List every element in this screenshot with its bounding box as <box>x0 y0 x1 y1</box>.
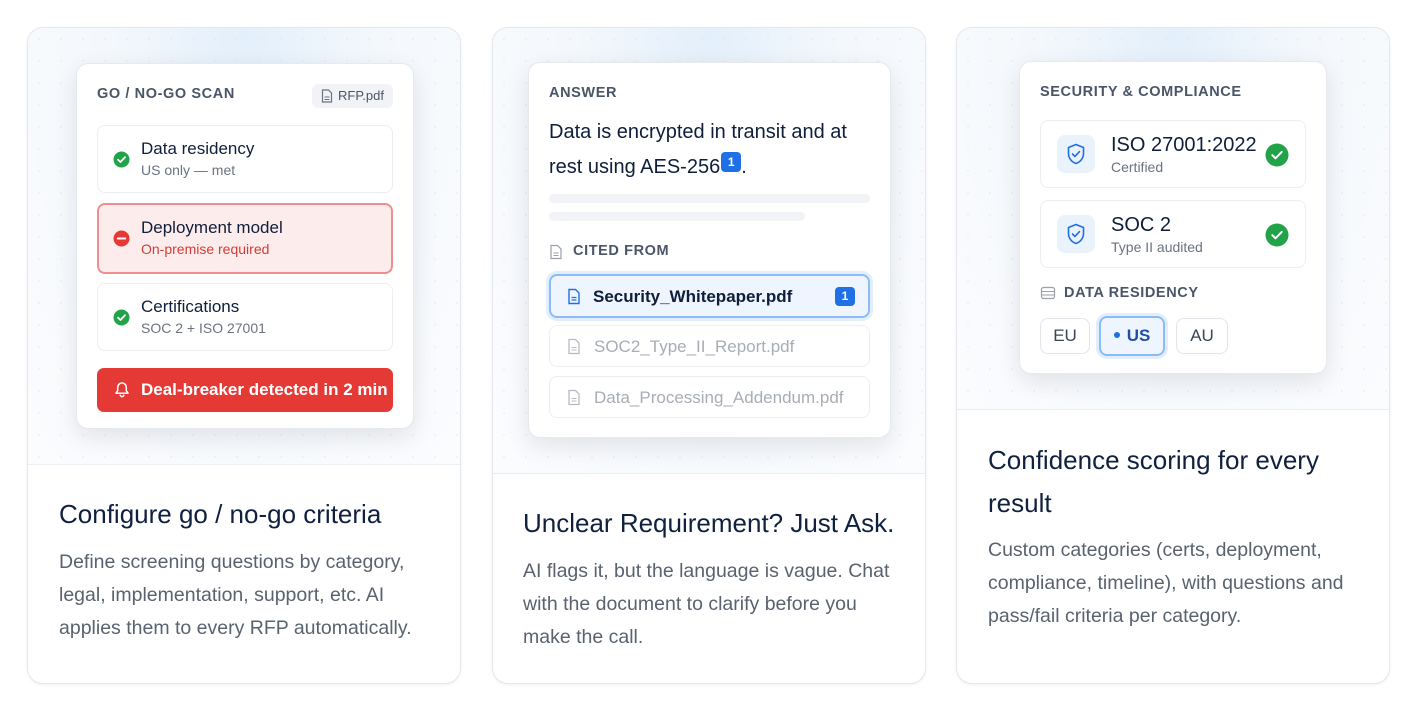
document-icon <box>568 389 580 406</box>
skeleton-line <box>549 194 870 203</box>
feature-card-just-ask: ANSWER Data is encrypted in transit and … <box>492 27 926 684</box>
alert-text: Deal-breaker detected in 2 min <box>141 380 388 399</box>
cited-file[interactable]: Data_Processing_Addendum.pdf <box>549 376 870 418</box>
card-visual: GO / NO-GO SCAN RFP.pdf Data residency U… <box>28 28 460 465</box>
security-compliance-panel: SECURITY & COMPLIANCE ISO 27001:2022 Cer… <box>1019 61 1327 374</box>
certification-row[interactable]: SOC 2 Type II audited <box>1040 200 1306 268</box>
card-title: Configure go / no-go criteria <box>59 499 382 529</box>
feature-card-go-no-go: GO / NO-GO SCAN RFP.pdf Data residency U… <box>27 27 461 684</box>
file-name: SOC2_Type_II_Report.pdf <box>594 337 795 356</box>
file-badge[interactable]: RFP.pdf <box>311 84 393 108</box>
answer-text: Data is encrypted in transit and at rest… <box>549 115 879 185</box>
region-label: US <box>1126 326 1151 345</box>
card-title: Unclear Requirement? Just Ask. <box>523 508 895 538</box>
document-icon <box>568 338 580 355</box>
go-no-go-scan-panel: GO / NO-GO SCAN RFP.pdf Data residency U… <box>76 63 414 429</box>
citation-badge: 1 <box>835 287 855 306</box>
cited-file[interactable]: SOC2_Type_II_Report.pdf <box>549 325 870 367</box>
shield-icon-box <box>1057 135 1095 173</box>
answer-panel: ANSWER Data is encrypted in transit and … <box>528 62 891 438</box>
citation-marker[interactable]: 1 <box>721 152 742 172</box>
selected-dot-icon <box>1113 332 1120 338</box>
cert-title: SOC 2 <box>1111 214 1172 236</box>
shield-icon-box <box>1057 215 1095 253</box>
cert-title: ISO 27001:2022 <box>1111 134 1257 156</box>
card-description: AI flags it, but the language is vague. … <box>523 560 890 648</box>
panel-caption: ANSWER <box>549 85 618 101</box>
criterion-subtitle: SOC 2 + ISO 27001 <box>141 320 266 336</box>
answer-end: . <box>741 156 747 178</box>
cited-from-caption: CITED FROM <box>573 243 670 259</box>
bell-icon <box>115 382 129 398</box>
card-title: Confidence scoring for every result <box>988 445 1319 518</box>
check-circle-icon <box>1265 223 1289 247</box>
cert-subtitle: Certified <box>1111 159 1164 175</box>
panel-caption: GO / NO-GO SCAN <box>97 86 235 102</box>
answer-line-1: Data is encrypted in transit and at <box>549 121 847 143</box>
criterion-subtitle: On-premise required <box>141 241 270 257</box>
check-circle-icon <box>113 151 130 168</box>
region-us-selected[interactable]: US <box>1099 316 1165 356</box>
region-eu[interactable]: EU <box>1040 318 1090 354</box>
region-au[interactable]: AU <box>1176 318 1228 354</box>
criterion-title: Deployment model <box>141 218 283 237</box>
file-name: Data_Processing_Addendum.pdf <box>594 388 844 407</box>
shield-check-icon <box>1067 143 1085 165</box>
cited-file-active[interactable]: Security_Whitepaper.pdf 1 <box>549 274 870 318</box>
document-icon <box>321 89 333 103</box>
deal-breaker-alert[interactable]: Deal-breaker detected in 2 min <box>97 368 393 412</box>
feature-card-confidence-scoring: SECURITY & COMPLIANCE ISO 27001:2022 Cer… <box>956 27 1390 684</box>
skeleton-line <box>549 212 805 221</box>
criterion-title: Data residency <box>141 139 255 158</box>
document-icon <box>550 244 562 260</box>
card-description: Custom categories (certs, deployment, co… <box>988 539 1344 627</box>
answer-line-2: rest using AES-256 <box>549 156 721 178</box>
database-icon <box>1040 286 1056 300</box>
card-visual: SECURITY & COMPLIANCE ISO 27001:2022 Cer… <box>957 28 1389 410</box>
card-visual: ANSWER Data is encrypted in transit and … <box>493 28 925 474</box>
shield-check-icon <box>1067 223 1085 245</box>
criterion-row[interactable]: Certifications SOC 2 + ISO 27001 <box>97 283 393 351</box>
data-residency-caption: DATA RESIDENCY <box>1064 285 1199 301</box>
criterion-title: Certifications <box>141 297 240 316</box>
document-icon <box>568 288 580 305</box>
file-badge-label: RFP.pdf <box>337 88 384 103</box>
minus-circle-icon <box>113 230 130 247</box>
check-circle-icon <box>1265 143 1289 167</box>
criterion-row-failed[interactable]: Deployment model On-premise required <box>97 203 393 274</box>
cert-subtitle: Type II audited <box>1111 239 1203 255</box>
file-name: Security_Whitepaper.pdf <box>593 287 793 306</box>
criterion-subtitle: US only — met <box>141 162 236 178</box>
criterion-row[interactable]: Data residency US only — met <box>97 125 393 193</box>
panel-caption: SECURITY & COMPLIANCE <box>1040 84 1242 100</box>
certification-row[interactable]: ISO 27001:2022 Certified <box>1040 120 1306 188</box>
check-circle-icon <box>113 309 130 326</box>
card-description: Define screening questions by category, … <box>59 551 412 639</box>
